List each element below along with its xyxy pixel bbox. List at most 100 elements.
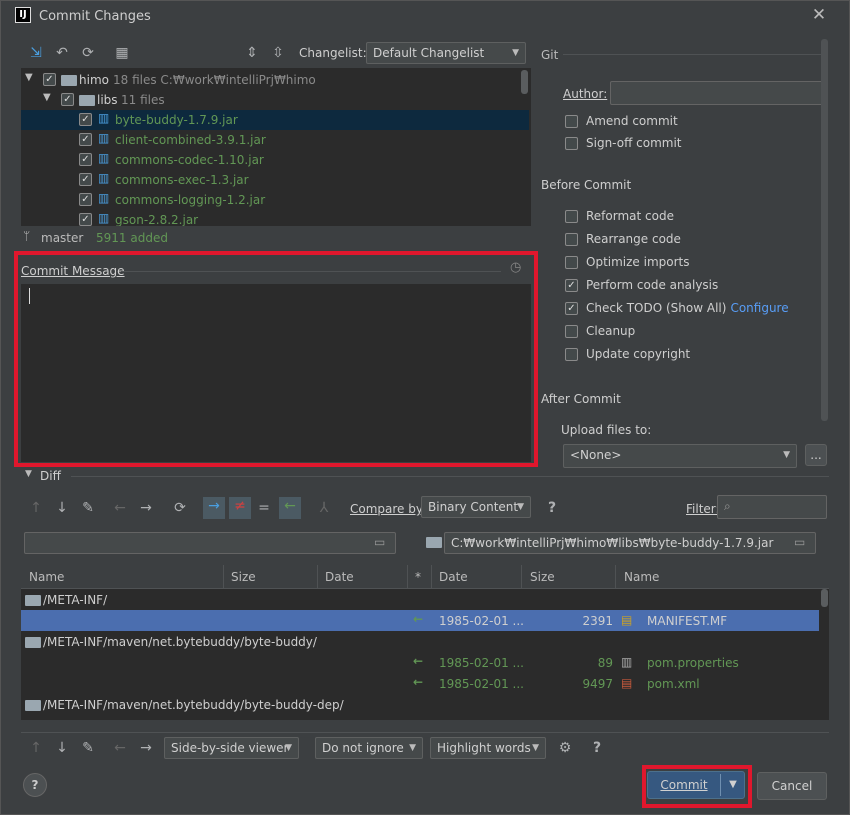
highlight-select[interactable]: Highlight words ▼ bbox=[430, 737, 546, 759]
tree-file-row[interactable]: ✓ ▥ commons-codec-1.10.jar bbox=[21, 150, 521, 170]
table-row[interactable]: /META-INF/ bbox=[21, 589, 819, 610]
next-file-icon[interactable]: → bbox=[137, 739, 155, 757]
refresh-icon[interactable]: ⟳ bbox=[171, 499, 189, 517]
show-diff-icon[interactable]: ⇲ bbox=[27, 44, 45, 62]
tree-scrollbar[interactable] bbox=[521, 70, 528, 94]
col-size[interactable]: Size bbox=[231, 570, 256, 584]
next-diff-icon[interactable]: ↓ bbox=[53, 499, 71, 517]
prev-diff-icon[interactable]: ↑ bbox=[27, 499, 45, 517]
optimize-checkbox[interactable] bbox=[565, 255, 578, 269]
group-by-icon[interactable]: ▦ bbox=[113, 44, 131, 62]
chevron-down-icon[interactable]: ▼ bbox=[721, 772, 745, 798]
tree-libs-row[interactable]: ▼ ✓ libs 11 files bbox=[21, 90, 521, 110]
viewer-select[interactable]: Side-by-side viewer ▼ bbox=[164, 737, 299, 759]
merge-icon[interactable]: ⅄ bbox=[315, 499, 333, 517]
file-checkbox[interactable]: ✓ bbox=[79, 193, 92, 206]
left-path-input[interactable]: ▭ bbox=[24, 532, 396, 554]
file-checkbox[interactable]: ✓ bbox=[79, 153, 92, 166]
commit-button[interactable]: Commit ▼ bbox=[647, 771, 745, 799]
edit-icon[interactable]: ✎ bbox=[79, 739, 97, 757]
prev-file-icon[interactable]: ← bbox=[111, 499, 129, 517]
tree-file-row[interactable]: ✓ ▥ commons-exec-1.3.jar bbox=[21, 170, 521, 190]
table-row[interactable]: /META-INF/maven/net.bytebuddy/byte-buddy… bbox=[21, 631, 819, 652]
col-date-right[interactable]: Date bbox=[439, 570, 468, 584]
cleanup-checkbox[interactable] bbox=[565, 324, 578, 338]
upload-select[interactable]: <None> ▼ bbox=[563, 444, 797, 468]
col-size-right[interactable]: Size bbox=[530, 570, 555, 584]
reformat-checkbox[interactable] bbox=[565, 209, 578, 223]
git-panel-scrollbar[interactable] bbox=[821, 39, 828, 421]
col-star[interactable]: * bbox=[415, 570, 421, 584]
tree-file-row[interactable]: ✓ ▥ commons-logging-1.2.jar bbox=[21, 190, 521, 210]
changelist-select[interactable]: Default Changelist ▼ bbox=[366, 42, 526, 64]
prev-file-icon[interactable]: ← bbox=[111, 739, 129, 757]
help-button[interactable]: ? bbox=[23, 773, 47, 797]
tree-file-row[interactable]: ✓ ▥ gson-2.8.2.jar bbox=[21, 210, 521, 226]
ignore-select[interactable]: Do not ignore ▼ bbox=[315, 737, 423, 759]
table-row[interactable]: ← 1985-02-01 ... 89 ▥ pom.properties bbox=[21, 652, 819, 673]
amend-checkbox[interactable] bbox=[565, 114, 578, 128]
prev-diff-icon[interactable]: ↑ bbox=[27, 739, 45, 757]
show-changed-icon[interactable]: → bbox=[203, 497, 225, 519]
col-date[interactable]: Date bbox=[325, 570, 354, 584]
file-checkbox[interactable]: ✓ bbox=[79, 213, 92, 226]
filter-input[interactable]: ⌕ bbox=[717, 495, 827, 519]
help-icon[interactable]: ? bbox=[588, 739, 606, 757]
col-name[interactable]: Name bbox=[29, 570, 64, 584]
root-checkbox[interactable]: ✓ bbox=[43, 73, 56, 86]
copyright-checkbox[interactable] bbox=[565, 347, 578, 361]
signoff-checkbox[interactable] bbox=[565, 136, 578, 150]
show-different-icon[interactable]: ≠ bbox=[229, 497, 251, 519]
folder-browse-icon[interactable]: ▭ bbox=[794, 535, 805, 549]
rearrange-checkbox[interactable] bbox=[565, 232, 578, 246]
rollback-icon[interactable]: ↶ bbox=[53, 44, 71, 62]
tree-file-row[interactable]: ✓ ▥ byte-buddy-1.7.9.jar bbox=[21, 110, 529, 130]
expand-arrow-icon[interactable]: ▼ bbox=[25, 72, 33, 83]
collapse-diff-icon[interactable]: ▼ bbox=[25, 469, 32, 479]
folder-browse-icon[interactable]: ▭ bbox=[374, 535, 385, 549]
next-file-icon[interactable]: → bbox=[137, 499, 155, 517]
rearrange-code-option[interactable]: Rearrange code bbox=[565, 229, 681, 249]
amend-commit-option[interactable]: Amend commit bbox=[565, 111, 678, 131]
edit-icon[interactable]: ✎ bbox=[79, 499, 97, 517]
close-icon[interactable]: ✕ bbox=[809, 5, 829, 27]
file-checkbox[interactable]: ✓ bbox=[79, 133, 92, 146]
libs-checkbox[interactable]: ✓ bbox=[61, 93, 74, 106]
check-todo-option[interactable]: ✓ Check TODO (Show All) Configure bbox=[565, 298, 789, 318]
configure-link[interactable]: Configure bbox=[730, 301, 788, 315]
compare-select[interactable]: Binary Content ▼ bbox=[421, 496, 531, 518]
upload-more-button[interactable]: ... bbox=[805, 444, 827, 466]
author-input[interactable] bbox=[610, 81, 825, 105]
title-bar: IJ Commit Changes ✕ bbox=[1, 1, 849, 33]
settings-gear-icon[interactable]: ⚙ bbox=[556, 739, 574, 757]
optimize-imports-option[interactable]: Optimize imports bbox=[565, 252, 690, 272]
table-row[interactable]: ← 1985-02-01 ... 9497 ▤ pom.xml bbox=[21, 673, 819, 694]
show-new-icon[interactable]: ← bbox=[279, 497, 301, 519]
table-row[interactable]: /META-INF/maven/net.bytebuddy/byte-buddy… bbox=[21, 694, 819, 715]
table-scrollbar[interactable] bbox=[821, 589, 828, 607]
commit-message-input[interactable] bbox=[21, 284, 531, 462]
help-icon[interactable]: ? bbox=[543, 499, 561, 517]
table-row[interactable]: ← 1985-02-01 ... 2391 ▤ MANIFEST.MF bbox=[21, 610, 819, 631]
update-copyright-option[interactable]: Update copyright bbox=[565, 344, 690, 364]
signoff-commit-option[interactable]: Sign-off commit bbox=[565, 133, 682, 153]
history-icon[interactable]: ◷ bbox=[510, 260, 521, 275]
analysis-checkbox[interactable]: ✓ bbox=[565, 278, 578, 292]
file-checkbox[interactable]: ✓ bbox=[79, 173, 92, 186]
reformat-code-option[interactable]: Reformat code bbox=[565, 206, 674, 226]
todo-checkbox[interactable]: ✓ bbox=[565, 301, 578, 315]
tree-file-row[interactable]: ✓ ▥ client-combined-3.9.1.jar bbox=[21, 130, 521, 150]
right-path-input[interactable]: C:₩work₩intelliPrj₩himo₩libs₩byte-buddy-… bbox=[444, 532, 816, 554]
file-checkbox[interactable]: ✓ bbox=[79, 113, 92, 126]
col-name-right[interactable]: Name bbox=[624, 570, 659, 584]
show-equal-icon[interactable]: = bbox=[255, 499, 273, 517]
refresh-icon[interactable]: ⟳ bbox=[79, 44, 97, 62]
tree-root-row[interactable]: ▼ ✓ himo 18 files C:₩work₩intelliPrj₩him… bbox=[21, 70, 521, 90]
cleanup-option[interactable]: Cleanup bbox=[565, 321, 635, 341]
expand-all-icon[interactable]: ⇕ bbox=[243, 44, 261, 62]
expand-arrow-icon[interactable]: ▼ bbox=[43, 92, 51, 103]
code-analysis-option[interactable]: ✓ Perform code analysis bbox=[565, 275, 718, 295]
cancel-button[interactable]: Cancel bbox=[757, 772, 827, 800]
next-diff-icon[interactable]: ↓ bbox=[53, 739, 71, 757]
collapse-all-icon[interactable]: ⇳ bbox=[269, 44, 287, 62]
